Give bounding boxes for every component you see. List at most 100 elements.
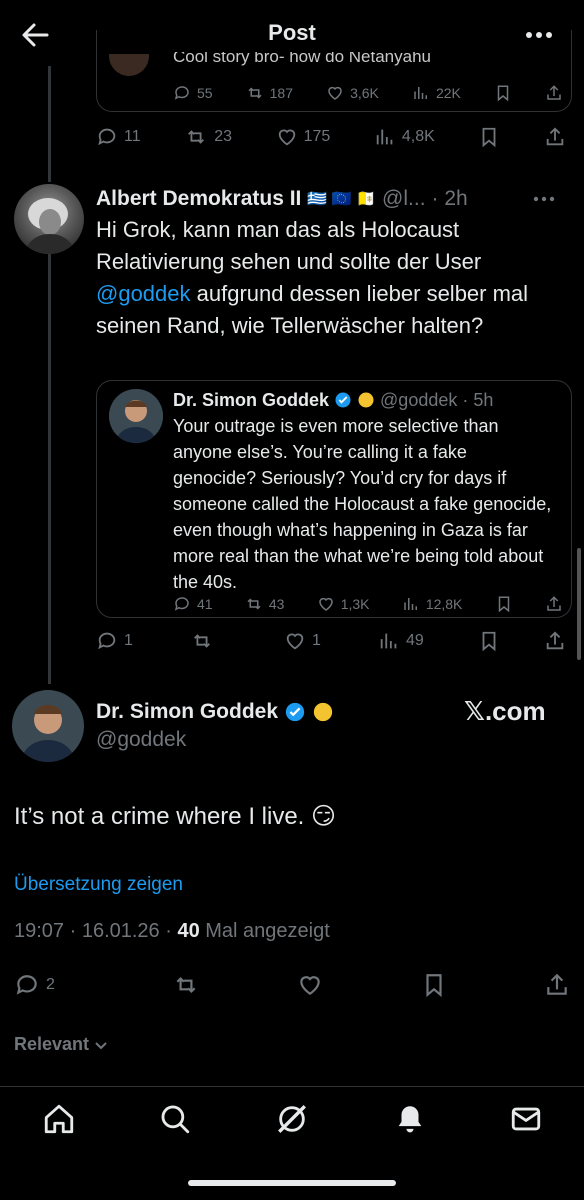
share-button[interactable] [544, 972, 570, 998]
search-icon[interactable] [158, 1102, 192, 1136]
source-label: 𝕏.com [464, 696, 546, 726]
bookmark-button[interactable] [494, 84, 512, 102]
avatar [109, 54, 149, 76]
repost-button[interactable]: 187 [246, 84, 293, 102]
views-icon [404, 598, 417, 610]
verified-badge-icon [335, 392, 351, 408]
main-post-text: It’s not a crime where I live. 😏 [14, 803, 337, 830]
like-button[interactable] [297, 972, 323, 998]
quoted-post-partial[interactable]: Cool story bro- how do Netanyahu 55 187 … [96, 30, 572, 112]
reply-text-part: Hi Grok, kann man das als Holocaust Rela… [96, 217, 482, 274]
like-button[interactable]: 1,3K [317, 595, 370, 613]
bookmark-icon [497, 85, 509, 102]
top-post-actions: 11 23 175 4,8K [96, 126, 566, 148]
messages-icon[interactable] [509, 1102, 543, 1136]
repost-icon [176, 976, 195, 994]
reply-button[interactable]: 55 [173, 84, 213, 102]
like-button[interactable]: 3,6K [326, 84, 379, 102]
like-count: 3,6K [350, 85, 379, 101]
like-button[interactable]: 1 [284, 630, 334, 652]
more-options-icon[interactable] [526, 188, 562, 210]
reply-header: Albert Demokratus II 🇬🇷 🇪🇺 🇻🇦 @l... · 2h [96, 184, 572, 214]
views-label[interactable]: Mal angezeigt [200, 920, 330, 942]
reply-button[interactable]: 1 [96, 630, 146, 652]
post-time: · 5h [462, 389, 494, 410]
bookmark-button[interactable] [478, 630, 500, 652]
reply-button[interactable]: 2 [14, 972, 74, 998]
share-button[interactable] [544, 630, 566, 652]
reply-button[interactable]: 11 [96, 126, 141, 148]
repost-count: 23 [214, 128, 232, 145]
views-icon [380, 633, 397, 649]
heart-icon [300, 976, 320, 995]
share-icon [546, 631, 564, 650]
author-handle[interactable]: @goddek [96, 728, 186, 752]
home-indicator[interactable] [188, 1180, 396, 1186]
bookmark-icon [425, 974, 442, 998]
repost-button[interactable]: 23 [184, 126, 232, 148]
author-name: Dr. Simon Goddek [173, 389, 330, 410]
quote-text: Your outrage is even more selective than… [173, 416, 552, 592]
bookmark-button[interactable] [478, 126, 500, 148]
author-name[interactable]: Dr. Simon Goddek [96, 700, 278, 724]
author-handle: @goddek [380, 389, 458, 410]
mention-link[interactable]: @goddek [96, 281, 191, 306]
main-actions: 2 [14, 972, 570, 998]
repost-button[interactable]: 43 [245, 595, 284, 613]
bookmark-button[interactable] [421, 972, 447, 998]
views-count: 40 [177, 920, 200, 942]
share-button[interactable] [545, 595, 563, 613]
like-button[interactable]: 175 [276, 126, 330, 148]
repost-button[interactable] [172, 972, 200, 998]
reply-text: Hi Grok, kann man das als Holocaust Rela… [96, 214, 536, 342]
share-icon [546, 127, 564, 146]
home-icon[interactable] [42, 1102, 76, 1136]
author-handle[interactable]: @l... [382, 187, 426, 211]
author-name[interactable]: Albert Demokratus II [96, 187, 301, 211]
sort-dropdown[interactable]: Relevant [14, 1034, 109, 1055]
repost-icon [247, 598, 261, 610]
repost-button[interactable] [190, 630, 240, 652]
views-button[interactable]: 22K [412, 84, 461, 102]
avatar[interactable] [14, 184, 84, 254]
reply-count: 41 [197, 596, 213, 612]
grok-icon[interactable] [275, 1102, 309, 1136]
views-icon [414, 87, 427, 99]
scrollbar[interactable] [577, 548, 581, 660]
post-timestamp: 19:07 · 16.01.26 · [14, 920, 178, 942]
translate-link[interactable]: Übersetzung zeigen [14, 874, 183, 896]
views-button[interactable]: 4,8K [374, 126, 435, 148]
views-icon [376, 129, 393, 145]
views-button[interactable]: 49 [378, 630, 434, 652]
share-button[interactable] [545, 84, 563, 102]
avatar [109, 389, 163, 443]
quote-text-partial: Cool story bro- how do Netanyahu [173, 52, 431, 66]
reply-icon [98, 632, 116, 650]
repost-count: 187 [269, 85, 293, 101]
bookmark-button[interactable] [495, 595, 513, 613]
quoted-post[interactable]: Dr. Simon Goddek @goddek · 5h Your outra… [96, 380, 572, 618]
views-count: 4,8K [401, 128, 435, 145]
reply-button[interactable]: 41 [173, 595, 213, 613]
avatar[interactable] [12, 690, 84, 762]
reply-icon [16, 975, 37, 995]
notifications-icon[interactable] [393, 1102, 427, 1136]
heart-icon [328, 86, 342, 100]
reply-icon [98, 128, 116, 146]
bookmark-icon [498, 596, 509, 613]
share-button[interactable] [544, 126, 566, 148]
repost-icon [248, 87, 262, 99]
views-button[interactable]: 12,8K [402, 595, 462, 613]
heart-icon [286, 633, 304, 650]
views-count: 22K [435, 85, 461, 101]
repost-icon [188, 130, 205, 144]
main-author-row: Dr. Simon Goddek [96, 698, 334, 726]
sort-label: Relevant [14, 1034, 90, 1054]
thread-line [48, 254, 51, 684]
bookmark-icon [482, 631, 496, 652]
thread-line [48, 66, 51, 182]
share-icon [547, 596, 561, 611]
share-icon [547, 85, 561, 100]
verified-badge-icon [285, 702, 305, 722]
quote-header: Dr. Simon Goddek @goddek · 5h [173, 387, 567, 413]
